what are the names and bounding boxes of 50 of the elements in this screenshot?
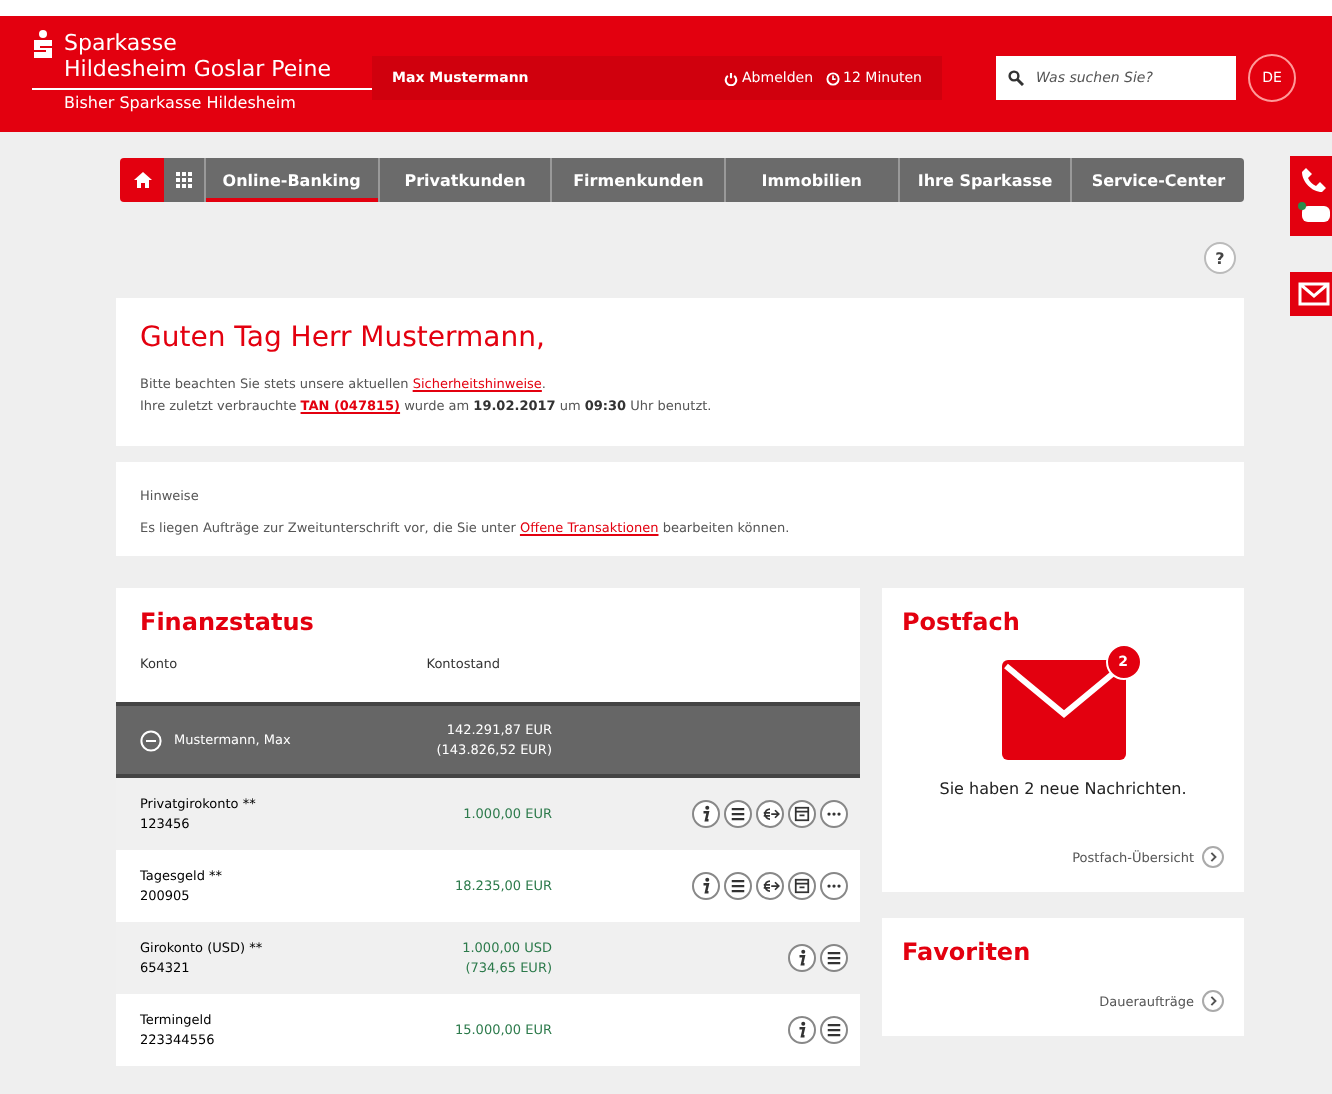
chevron-right-icon [1202, 990, 1224, 1012]
info-button[interactable] [788, 944, 816, 972]
list-icon [824, 1020, 844, 1040]
list-button[interactable] [820, 944, 848, 972]
nav-tab[interactable]: Online-Banking [206, 158, 380, 202]
list-icon [728, 804, 748, 824]
collapse-icon[interactable] [140, 729, 162, 751]
list-button[interactable] [820, 1016, 848, 1044]
mail-icon [1298, 282, 1330, 306]
calendar-button[interactable] [788, 800, 816, 828]
chevron-right-icon [1202, 846, 1224, 868]
finance-heading: Finanzstatus [140, 608, 316, 636]
phone-icon [1300, 166, 1328, 194]
mailbox-message: Sie haben 2 neue Nachrichten. [937, 780, 1189, 798]
clock-icon [825, 71, 840, 85]
euro-arrow-button[interactable] [756, 800, 784, 828]
nav-tab[interactable]: Privatkunden [379, 158, 553, 202]
nav-tab[interactable]: Immobilien [726, 158, 900, 202]
apps-button[interactable] [164, 158, 206, 202]
grid-icon [176, 172, 192, 188]
brand-name: Sparkasse [64, 30, 179, 56]
chat-icon [1298, 202, 1330, 226]
favorites-heading: Favoriten [902, 938, 1033, 966]
brand-region: Hildesheim Goslar Peine [64, 56, 331, 82]
logo-icon [32, 30, 54, 58]
calendar-icon [792, 804, 812, 824]
list-icon [824, 948, 844, 968]
nav-tab[interactable]: Service-Center [1072, 158, 1245, 202]
calendar-icon [792, 876, 812, 896]
info-button[interactable] [788, 1016, 816, 1044]
list-button[interactable] [724, 800, 752, 828]
list-button[interactable] [724, 872, 752, 900]
list-icon [728, 876, 748, 896]
info-button[interactable] [692, 872, 720, 900]
euro-arrow-icon [760, 804, 780, 824]
info-button[interactable] [692, 800, 720, 828]
mailbox-heading: Postfach [902, 608, 1022, 636]
euro-arrow-button[interactable] [756, 872, 784, 900]
nav-tab[interactable]: Ihre Sparkasse [899, 158, 1073, 202]
nav-tab[interactable]: Firmenkunden [552, 158, 727, 202]
greeting-heading: Guten Tag Herr Mustermann, [140, 322, 547, 354]
power-icon [724, 71, 739, 85]
calendar-button[interactable] [788, 872, 816, 900]
contact-button[interactable] [1290, 156, 1332, 236]
mail-button[interactable] [1290, 272, 1332, 316]
euro-arrow-icon [760, 876, 780, 896]
home-icon [133, 172, 151, 188]
brand-subtitle: Bisher Sparkasse Hildesheim [62, 94, 298, 112]
help-button[interactable]: ? [1204, 242, 1236, 274]
home-button[interactable] [120, 158, 164, 202]
